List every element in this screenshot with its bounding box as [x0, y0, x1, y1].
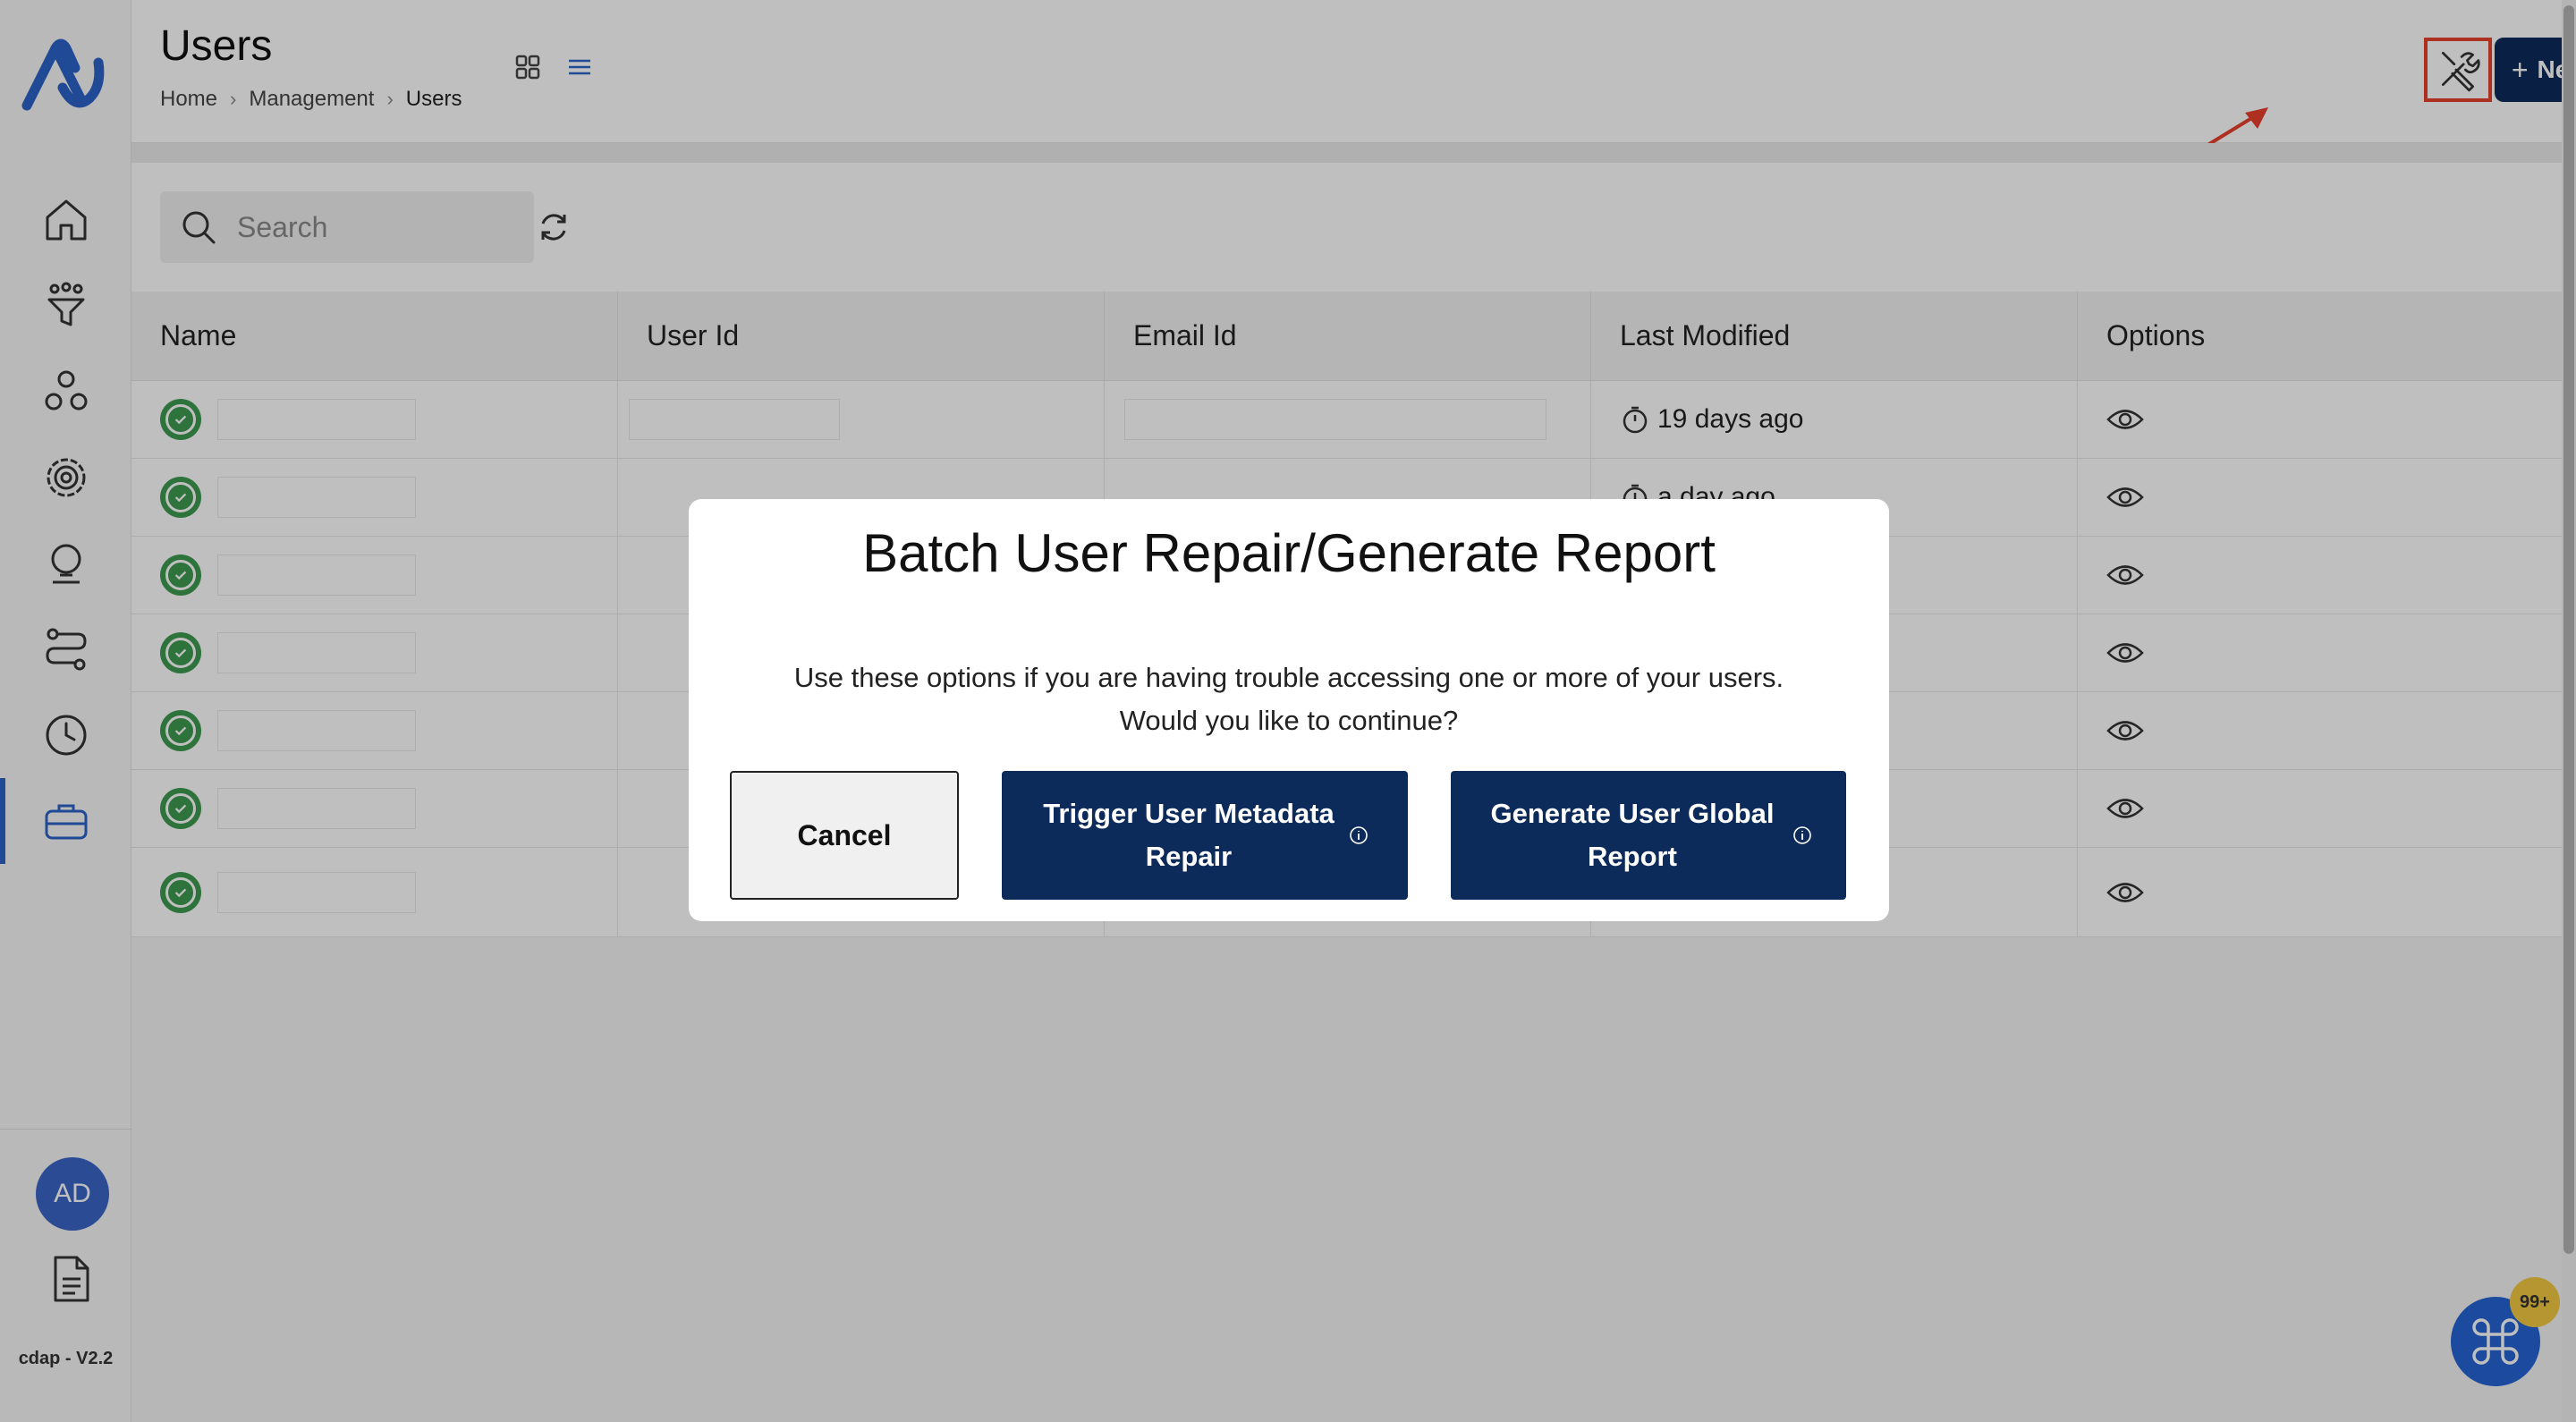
batch-repair-dialog: Batch User Repair/Generate Report Use th… — [689, 499, 1889, 921]
cancel-button[interactable]: Cancel — [730, 771, 959, 900]
dialog-message-line-2: Would you like to continue? — [1119, 705, 1459, 736]
dialog-message: Use these options if you are having trou… — [689, 656, 1889, 742]
generate-report-label: Generate User Global Report — [1490, 798, 1775, 872]
generate-global-report-button[interactable]: Generate User Global Report — [1451, 771, 1846, 900]
info-icon[interactable] — [1349, 825, 1368, 845]
dialog-title: Batch User Repair/Generate Report — [862, 523, 1716, 583]
info-icon[interactable] — [1792, 825, 1812, 845]
dialog-message-line-1: Use these options if you are having trou… — [793, 662, 1784, 693]
trigger-repair-label: Trigger User Metadata Repair — [1043, 798, 1335, 872]
trigger-metadata-repair-button[interactable]: Trigger User Metadata Repair — [1002, 771, 1408, 900]
